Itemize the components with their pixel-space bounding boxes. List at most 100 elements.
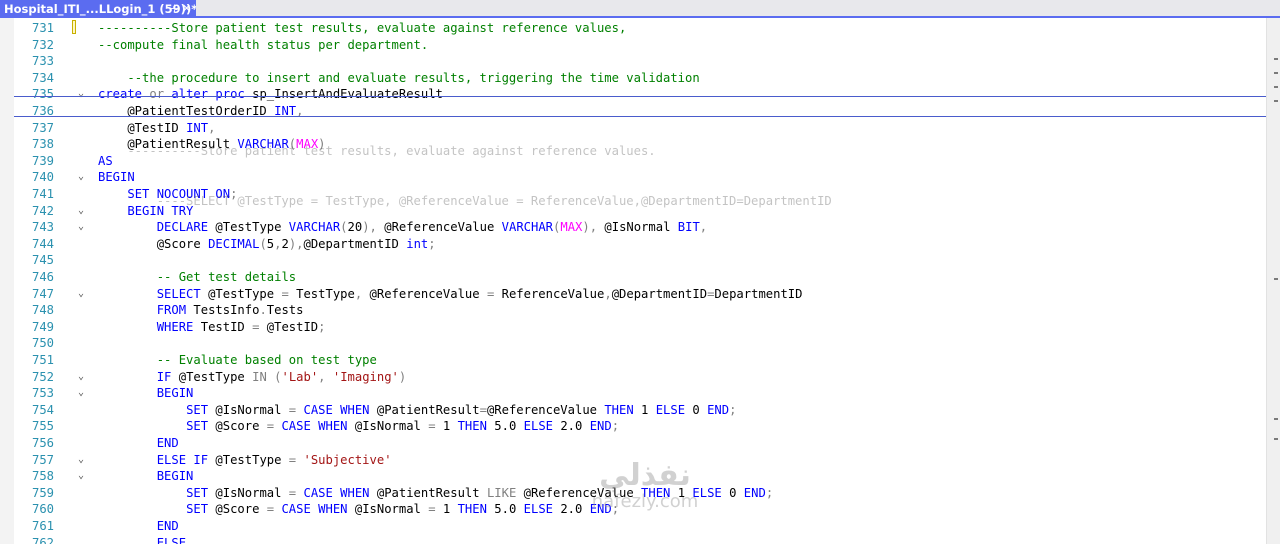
code-token: LIKE [486,485,517,500]
code-line[interactable]: 732 --compute final health status per dep… [14,37,1266,54]
code-text: create or alter proc sp_InsertAndEvaluat… [98,86,443,103]
code-text: @Score DECIMAL(5,2),@DepartmentID int; [98,236,436,253]
code-text: BEGIN [98,468,194,485]
fold-chevron-icon[interactable]: ⌄ [78,452,84,469]
scrollbar-marker [1274,100,1278,102]
code-line[interactable]: 749 WHERE TestID = @TestID; [14,319,1266,336]
editor-margin [0,18,14,544]
code-token: DECIMAL [208,236,260,251]
code-text: --compute final health status per depart… [98,37,428,54]
change-marker [72,20,76,34]
code-line[interactable]: 748 FROM TestsInfo.Tests [14,302,1266,319]
code-line[interactable]: 736 @PatientTestOrderID INT, [14,103,1266,120]
code-line[interactable]: 733 [14,53,1266,70]
fold-chevron-icon[interactable]: ⌄ [78,86,84,103]
ghost-line: ----SELECT @TestType = TestType, @Refere… [98,194,832,208]
code-token: DepartmentID [714,286,803,301]
close-icon[interactable]: ✕ [182,0,191,18]
code-line[interactable]: 750 [14,335,1266,352]
code-token: THEN [604,402,634,417]
code-token: @PatientResult [369,402,480,417]
code-line[interactable]: 747 ⌄ SELECT @TestType = TestType, @Refer… [14,286,1266,303]
code-line[interactable]: 753 ⌄ BEGIN [14,385,1266,402]
line-number: 758 [31,469,54,484]
line-number: 760 [31,502,54,517]
code-line[interactable]: 740 ⌄ BEGIN [14,169,1266,186]
code-line[interactable]: 756 END [14,435,1266,452]
code-line[interactable]: 751 -- Evaluate based on test type [14,352,1266,369]
code-token: VARCHAR [288,220,341,235]
code-token: 'Lab' [281,369,319,384]
pin-icon[interactable]: ⊹ [170,0,179,18]
code-token: 2.0 [553,419,590,434]
code-line[interactable]: 731 ----------Store patient test results,… [14,20,1266,37]
line-number: 762 [31,535,54,544]
code-line[interactable]: 746 -- Get test details [14,269,1266,286]
code-line[interactable]: 734 --the procedure to insert and evalua… [14,70,1266,87]
fold-chevron-icon[interactable]: ⌄ [78,203,84,220]
code-text: WHERE TestID = @TestID; [98,319,326,336]
fold-chevron-icon[interactable]: ⌄ [78,468,84,485]
code-token: ----------Store patient test results, ev… [98,21,627,35]
document-tab[interactable]: Hospital_ITI_...LLogin_1 (59))* ⊹ ✕ [0,0,196,18]
code-token: 1 [435,502,458,517]
code-line[interactable]: 737 @TestID INT, [14,120,1266,137]
fold-chevron-icon[interactable]: ⌄ [78,169,84,186]
line-number: 741 [31,187,54,201]
fold-chevron-icon[interactable]: ⌄ [78,219,84,236]
code-text: -- Get test details [98,269,296,286]
fold-chevron-icon[interactable]: ⌄ [78,286,84,303]
ghost-line: ----------Store patient test results, ev… [98,144,656,159]
code-token: ELSE [523,419,553,434]
code-text: IF @TestType IN ('Lab', 'Imaging') [98,369,407,386]
code-token: = [428,502,436,517]
code-line[interactable]: 752 ⌄ IF @TestType IN ('Lab', 'Imaging') [14,369,1266,386]
code-token: , [699,220,708,235]
code-line[interactable]: 754 SET @IsNormal = CASE WHEN @PatientRe… [14,402,1266,419]
line-number: 754 [31,402,54,417]
code-line[interactable]: 761 END [14,518,1266,535]
code-token: 1 [633,402,656,417]
code-token: THEN [457,419,487,434]
fold-chevron-icon[interactable]: ⌄ [78,369,84,386]
code-token: ( [340,220,348,235]
scrollbar-marker [1274,418,1278,420]
vertical-scrollbar[interactable] [1266,18,1280,544]
code-line[interactable]: 755 SET @Score = CASE WHEN @IsNormal = 1… [14,418,1266,435]
code-text: ----------Store patient test results, ev… [98,20,626,37]
line-number: 749 [31,319,54,334]
code-line[interactable]: 762 ELSE [14,535,1266,544]
code-token: DECLARE [156,220,209,235]
render-glitch-line [14,115,1266,117]
line-number: 735 [31,87,54,102]
fold-chevron-icon[interactable]: ⌄ [78,385,84,402]
line-number: 734 [31,70,54,85]
line-number: 745 [31,253,54,268]
code-token: CASE WHEN [281,502,348,517]
line-number: 751 [31,353,54,367]
line-number: 755 [31,419,54,434]
code-token: = [281,286,289,301]
code-line[interactable]: 735 ⌄ create or alter proc sp_InsertAndEva… [14,86,1266,103]
code-token: 'Subjective' [303,452,392,467]
code-text: ELSE IF @TestType = 'Subjective' [98,452,392,469]
code-token: END [156,436,179,450]
code-token: @ReferenceValue [376,220,502,235]
code-line[interactable]: 745 [14,252,1266,269]
code-token: TestsInfo [186,303,260,318]
code-token: IF [156,369,172,384]
code-token: @TestType [208,220,289,235]
code-token: TestType [288,286,355,301]
line-number: 761 [31,519,54,533]
code-token: CASE WHEN [303,402,370,417]
line-number: 738 [31,137,54,152]
code-line[interactable]: 743 ⌄ DECLARE @TestType VARCHAR(20), @Ref… [14,219,1266,236]
code-line[interactable]: 744 @Score DECIMAL(5,2),@DepartmentID in… [14,236,1266,253]
